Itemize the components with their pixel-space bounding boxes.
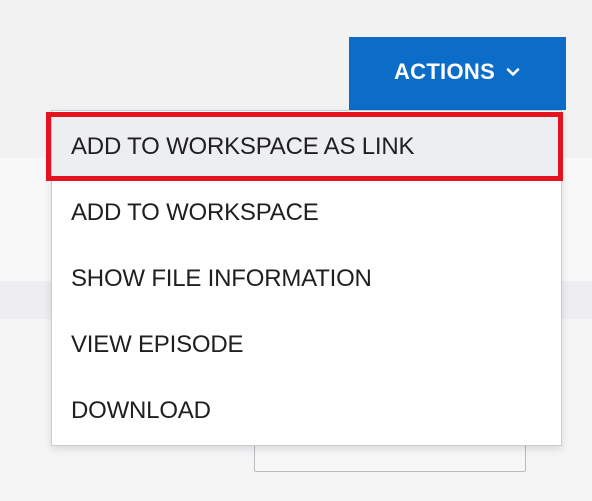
menu-item-label: SHOW FILE INFORMATION	[71, 265, 372, 292]
chevron-down-icon	[505, 64, 521, 80]
menu-item-add-to-workspace[interactable]: ADD TO WORKSPACE	[52, 180, 561, 246]
menu-item-label: ADD TO WORKSPACE	[71, 199, 319, 226]
menu-item-download[interactable]: DOWNLOAD	[52, 378, 561, 444]
menu-item-label: ADD TO WORKSPACE AS LINK	[71, 132, 415, 160]
menu-item-add-to-workspace-as-link[interactable]: ADD TO WORKSPACE AS LINK	[52, 113, 561, 180]
menu-item-view-episode[interactable]: VIEW EPISODE	[52, 312, 561, 378]
actions-dropdown-menu: ADD TO WORKSPACE AS LINK ADD TO WORKSPAC…	[51, 110, 562, 446]
menu-item-show-file-information[interactable]: SHOW FILE INFORMATION	[52, 246, 561, 312]
actions-dropdown-button[interactable]: ACTIONS	[349, 37, 566, 110]
menu-item-label: DOWNLOAD	[71, 397, 211, 424]
actions-button-label: ACTIONS	[393, 58, 496, 84]
menu-item-label: VIEW EPISODE	[71, 331, 244, 358]
